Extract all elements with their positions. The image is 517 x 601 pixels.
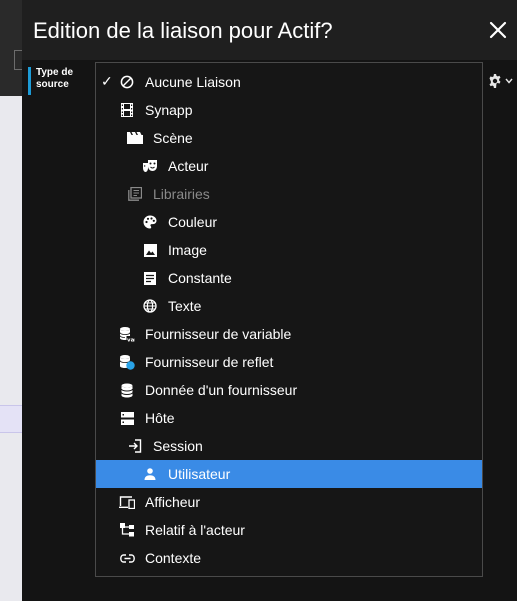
gear-icon	[489, 74, 501, 88]
globe-icon	[142, 298, 158, 314]
devices-icon	[119, 494, 135, 510]
source-type-label-line1: Type de	[36, 67, 74, 78]
document-lines-icon	[142, 270, 158, 286]
menu-item-label: Relatif à l'acteur	[145, 522, 245, 538]
dialog-title: Edition de la liaison pour Actif?	[33, 18, 333, 43]
menu-item-label: Image	[168, 242, 207, 258]
source-type-label-line2: source	[36, 79, 69, 90]
database-var-icon: var	[119, 326, 135, 342]
menu-item-color[interactable]: Couleur	[96, 208, 482, 236]
menu-item-label: Constante	[168, 270, 232, 286]
database-icon	[119, 382, 135, 398]
server-icon	[119, 410, 135, 426]
menu-item-label: Acteur	[168, 158, 209, 174]
menu-item-user[interactable]: Utilisateur	[96, 460, 482, 488]
menu-item-host[interactable]: Hôte	[96, 404, 482, 432]
menu-item-libraries: Librairies	[96, 180, 482, 208]
menu-item-constant[interactable]: Constante	[96, 264, 482, 292]
menu-item-reflection-provider[interactable]: Fournisseur de reflet	[96, 348, 482, 376]
menu-item-label: Contexte	[145, 550, 202, 566]
menu-item-synapp[interactable]: Synapp	[96, 96, 482, 124]
menu-item-label: Hôte	[145, 410, 175, 426]
menu-item-actor[interactable]: Acteur	[96, 152, 482, 180]
menu-item-scene[interactable]: Scène	[96, 124, 482, 152]
menu-item-no-link[interactable]: ✓ Aucune Liaison	[96, 68, 482, 96]
menu-item-provider-data[interactable]: Donnée d'un fournisseur	[96, 376, 482, 404]
person-icon	[142, 466, 158, 482]
menu-item-label: Afficheur	[145, 494, 200, 510]
no-link-icon	[119, 74, 135, 90]
dialog-header: Edition de la liaison pour Actif?	[22, 0, 517, 60]
film-icon	[119, 102, 135, 118]
svg-text:var: var	[127, 338, 135, 343]
menu-item-label: Utilisateur	[168, 466, 231, 482]
menu-item-label: Fournisseur de variable	[145, 326, 292, 342]
menu-item-label: Aucune Liaison	[145, 74, 241, 90]
menu-item-label: Librairies	[153, 186, 210, 202]
menu-item-context[interactable]: Contexte	[96, 544, 482, 572]
menu-item-label: Texte	[168, 298, 202, 314]
hierarchy-icon	[119, 522, 135, 538]
menu-item-text[interactable]: Texte	[96, 292, 482, 320]
menu-item-session[interactable]: Session	[96, 432, 482, 460]
checkmark-icon: ✓	[101, 73, 113, 89]
close-icon	[489, 21, 507, 39]
library-icon	[127, 186, 143, 202]
settings-button[interactable]	[487, 73, 517, 89]
menu-item-label: Donnée d'un fournisseur	[145, 382, 298, 398]
source-type-menu: ✓ Aucune Liaison Synapp Scène Acteur Lib…	[95, 62, 483, 577]
close-button[interactable]	[487, 19, 509, 41]
login-icon	[127, 438, 143, 454]
palette-icon	[142, 214, 158, 230]
chevron-down-icon	[505, 78, 513, 84]
image-icon	[142, 242, 158, 258]
theater-masks-icon	[142, 158, 158, 174]
menu-item-display[interactable]: Afficheur	[96, 488, 482, 516]
menu-item-label: Session	[153, 438, 203, 454]
menu-item-variable-provider[interactable]: var Fournisseur de variable	[96, 320, 482, 348]
menu-item-image[interactable]: Image	[96, 236, 482, 264]
menu-item-label: Couleur	[168, 214, 218, 230]
menu-item-relative-actor[interactable]: Relatif à l'acteur	[96, 516, 482, 544]
menu-item-label: Synapp	[145, 102, 193, 118]
source-type-label: Type de source	[28, 67, 84, 95]
menu-item-label: Fournisseur de reflet	[145, 354, 274, 370]
database-reflect-icon	[119, 354, 135, 370]
clapperboard-icon	[127, 130, 143, 146]
link-icon	[119, 550, 135, 566]
menu-item-label: Scène	[153, 130, 193, 146]
